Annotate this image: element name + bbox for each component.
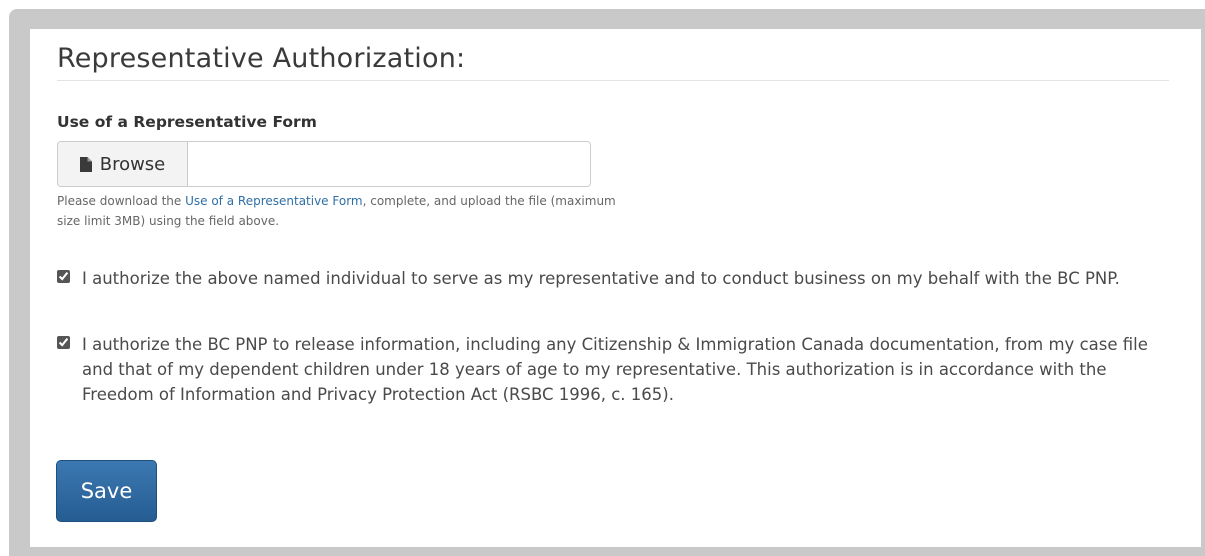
- file-upload-group: Browse: [57, 141, 591, 187]
- file-path-input[interactable]: [188, 142, 590, 186]
- file-icon: [79, 156, 92, 172]
- browse-button-label: Browse: [99, 153, 166, 175]
- upload-field-label: Use of a Representative Form: [57, 113, 317, 131]
- representative-authorization-panel: Representative Authorization: Use of a R…: [30, 29, 1201, 547]
- authorize-release-info-checkbox[interactable]: [57, 336, 70, 349]
- authorize-representative-checkbox[interactable]: [57, 270, 70, 283]
- upload-help-text: Please download the Use of a Representat…: [57, 191, 617, 231]
- title-divider: [57, 80, 1169, 81]
- section-title: Representative Authorization:: [57, 43, 466, 74]
- help-text-prefix: Please download the: [57, 194, 186, 208]
- authorization-row-release-info: I authorize the BC PNP to release inform…: [57, 332, 1154, 407]
- authorize-representative-label[interactable]: I authorize the above named individual t…: [82, 266, 1154, 291]
- representative-form-link[interactable]: Use of a Representative Form: [185, 194, 363, 208]
- save-button[interactable]: Save: [56, 460, 157, 522]
- authorization-row-representative: I authorize the above named individual t…: [57, 266, 1154, 291]
- browse-button[interactable]: Browse: [58, 142, 188, 186]
- authorize-release-info-label[interactable]: I authorize the BC PNP to release inform…: [82, 332, 1154, 407]
